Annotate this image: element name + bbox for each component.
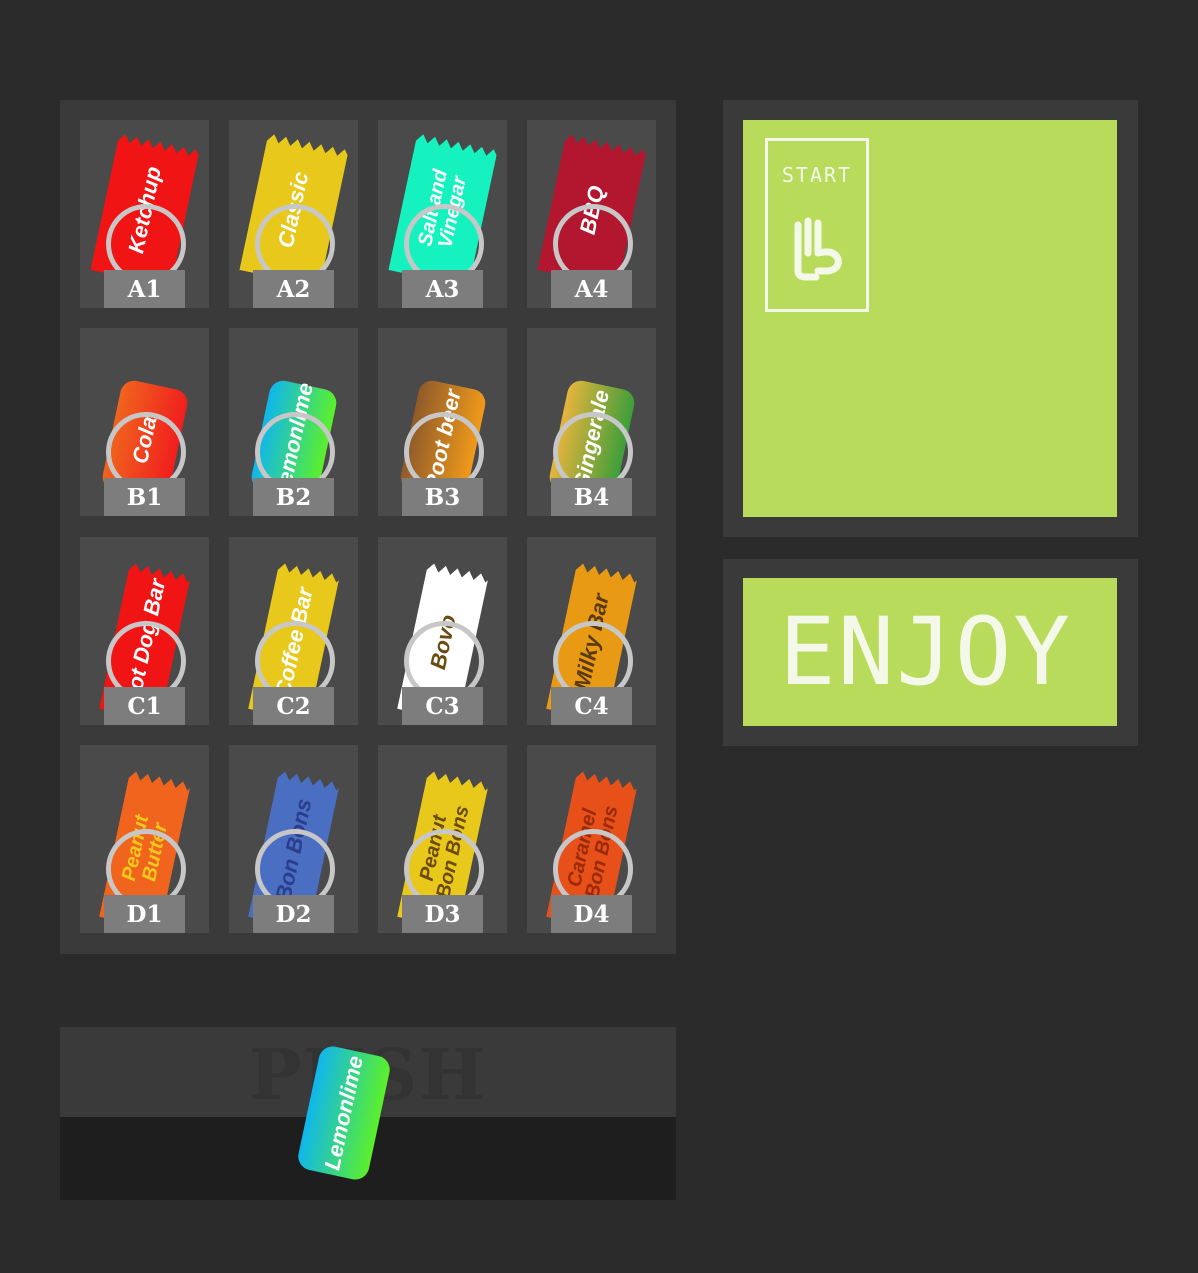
lcd-display-text: ENJOY	[779, 610, 1072, 694]
product-cabinet: Ketchup A1 Classic A2 Salt and Vinegar A3 BBQ A…	[60, 100, 676, 954]
slot-a1[interactable]: Ketchup A1	[80, 120, 209, 308]
slot-a4[interactable]: BBQ A4	[527, 120, 656, 308]
touch-screen: START	[743, 120, 1117, 517]
slot-c4[interactable]: Milky Bar C4	[527, 537, 656, 725]
slot-code: D2	[253, 895, 334, 933]
slot-code: D4	[551, 895, 632, 933]
slot-code: A2	[253, 270, 334, 308]
slot-code: D3	[402, 895, 483, 933]
slot-c2[interactable]: Coffee Bar C2	[229, 537, 358, 725]
slot-d1[interactable]: Peanut Butter D1	[80, 745, 209, 933]
slot-code: B4	[551, 478, 632, 516]
slot-c3[interactable]: Bovo C3	[378, 537, 507, 725]
slot-d3[interactable]: Peanut Bon Bons D3	[378, 745, 507, 933]
slot-code: B1	[104, 478, 185, 516]
slot-code: C3	[402, 687, 483, 725]
slot-code: D1	[104, 895, 185, 933]
slot-code: A4	[551, 270, 632, 308]
slot-b3[interactable]: Root beer B3	[378, 328, 507, 516]
start-label: START	[781, 163, 853, 187]
slot-a2[interactable]: Classic A2	[229, 120, 358, 308]
slot-code: B2	[253, 478, 334, 516]
slot-b4[interactable]: Gingerale B4	[527, 328, 656, 516]
dropped-item-label: Lemonlime	[319, 1053, 368, 1173]
slot-d2[interactable]: Bon Bons D2	[229, 745, 358, 933]
screen-frame: START	[723, 100, 1138, 537]
lcd-display: ENJOY	[743, 578, 1117, 726]
slot-code: A3	[402, 270, 483, 308]
svg-text:ENJOY: ENJOY	[779, 610, 1072, 694]
slot-d4[interactable]: Caramel Bon Bons D4	[527, 745, 656, 933]
display-frame: ENJOY	[723, 559, 1138, 746]
hand-pointer-icon	[794, 217, 842, 281]
slot-b1[interactable]: Cola B1	[80, 328, 209, 516]
start-button[interactable]: START	[765, 138, 869, 312]
slot-code: C4	[551, 687, 632, 725]
slot-code: A1	[104, 270, 185, 308]
slot-code: C2	[253, 687, 334, 725]
slot-b2[interactable]: Lemonlime B2	[229, 328, 358, 516]
slot-code: B3	[402, 478, 483, 516]
slot-a3[interactable]: Salt and Vinegar A3	[378, 120, 507, 308]
slot-code: C1	[104, 687, 185, 725]
slot-c1[interactable]: Hot Dog Bar C1	[80, 537, 209, 725]
